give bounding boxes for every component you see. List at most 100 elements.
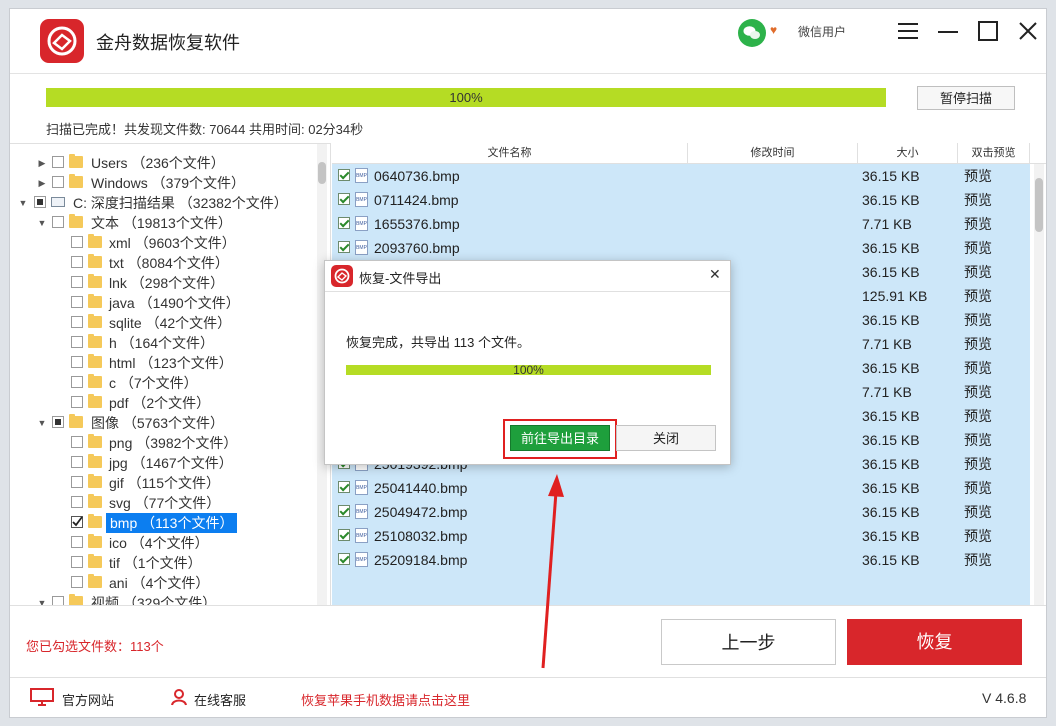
preview-link[interactable]: 预览 bbox=[964, 212, 992, 236]
checkbox[interactable] bbox=[52, 176, 64, 188]
column-header-size[interactable]: 大小 bbox=[858, 143, 958, 163]
recover-button[interactable]: 恢复 bbox=[847, 619, 1022, 665]
list-scrollbar[interactable] bbox=[1034, 164, 1044, 605]
preview-link[interactable]: 预览 bbox=[964, 188, 992, 212]
list-scroll-thumb[interactable] bbox=[1035, 178, 1043, 232]
bottom-panel: 您已勾选文件数：113个 上一步 恢复 官方网站 在线客服 恢复苹果手机数据请点… bbox=[10, 605, 1046, 717]
checkbox[interactable] bbox=[71, 576, 83, 588]
table-row[interactable]: BMP 2093760.bmp 36.15 KB 预览 bbox=[332, 236, 1030, 260]
column-header-preview[interactable]: 双击预览 bbox=[958, 143, 1030, 163]
table-row[interactable]: BMP 25209184.bmp 36.15 KB 预览 bbox=[332, 548, 1030, 572]
folder-icon bbox=[88, 314, 102, 328]
preview-link[interactable]: 预览 bbox=[964, 524, 992, 548]
dialog-title: 恢复-文件导出 bbox=[359, 271, 442, 286]
file-name: 0640736.bmp bbox=[374, 168, 460, 184]
preview-link[interactable]: 预览 bbox=[964, 452, 992, 476]
column-header-name[interactable]: 文件名称 bbox=[332, 143, 688, 163]
file-size: 36.15 KB bbox=[862, 360, 920, 376]
preview-link[interactable]: 预览 bbox=[964, 548, 992, 572]
checkbox-checked[interactable] bbox=[338, 241, 350, 253]
checkbox[interactable] bbox=[71, 556, 83, 568]
dialog-logo-icon bbox=[331, 265, 353, 287]
preview-link[interactable]: 预览 bbox=[964, 332, 992, 356]
app-title: 金舟数据恢复软件 bbox=[96, 33, 240, 53]
checkbox[interactable] bbox=[71, 296, 83, 308]
checkbox[interactable] bbox=[71, 436, 83, 448]
collapse-arrow-icon[interactable]: ▼ bbox=[37, 213, 47, 233]
column-header-modified[interactable]: 修改时间 bbox=[688, 143, 858, 163]
dialog-close-icon[interactable]: ✕ bbox=[709, 266, 721, 283]
table-row[interactable]: BMP 25049472.bmp 36.15 KB 预览 bbox=[332, 500, 1030, 524]
checkbox[interactable] bbox=[52, 156, 64, 168]
checkbox[interactable] bbox=[71, 336, 83, 348]
checkbox[interactable] bbox=[52, 216, 64, 228]
table-row[interactable]: BMP 0711424.bmp 36.15 KB 预览 bbox=[332, 188, 1030, 212]
checkbox[interactable] bbox=[34, 196, 46, 208]
checkbox[interactable] bbox=[71, 476, 83, 488]
checkbox-checked[interactable] bbox=[338, 553, 350, 565]
preview-link[interactable]: 预览 bbox=[964, 236, 992, 260]
collapse-arrow-icon[interactable]: ▼ bbox=[18, 193, 28, 213]
folder-icon bbox=[88, 354, 102, 368]
checkbox[interactable] bbox=[52, 416, 64, 428]
tree-scroll-thumb[interactable] bbox=[318, 162, 326, 184]
preview-link[interactable]: 预览 bbox=[964, 260, 992, 284]
checkbox-checked[interactable] bbox=[338, 193, 350, 205]
wechat-avatar-icon[interactable] bbox=[738, 19, 766, 47]
checkbox[interactable] bbox=[71, 396, 83, 408]
checkbox[interactable] bbox=[71, 536, 83, 548]
preview-link[interactable]: 预览 bbox=[964, 164, 992, 188]
checkbox[interactable] bbox=[71, 496, 83, 508]
checkbox[interactable] bbox=[52, 596, 64, 605]
user-name[interactable]: 微信用户 bbox=[798, 23, 846, 40]
checkbox[interactable] bbox=[71, 236, 83, 248]
dialog-message: 恢复完成，共导出 113 个文件。 bbox=[346, 335, 530, 350]
checkbox-checked[interactable] bbox=[338, 217, 350, 229]
monitor-icon bbox=[30, 688, 54, 706]
preview-link[interactable]: 预览 bbox=[964, 428, 992, 452]
checkbox-checked[interactable] bbox=[71, 516, 83, 528]
menu-icon[interactable] bbox=[896, 19, 920, 43]
expand-arrow-icon[interactable]: ▶ bbox=[37, 173, 47, 193]
preview-link[interactable]: 预览 bbox=[964, 308, 992, 332]
previous-step-button[interactable]: 上一步 bbox=[661, 619, 836, 665]
checkbox[interactable] bbox=[71, 376, 83, 388]
folder-icon bbox=[69, 414, 83, 428]
minimize-icon[interactable] bbox=[936, 19, 960, 43]
checkbox[interactable] bbox=[71, 356, 83, 368]
open-export-folder-button[interactable]: 前往导出目录 bbox=[510, 425, 610, 451]
table-row[interactable]: BMP 0640736.bmp 36.15 KB 预览 bbox=[332, 164, 1030, 188]
checkbox-checked[interactable] bbox=[338, 505, 350, 517]
preview-link[interactable]: 预览 bbox=[964, 380, 992, 404]
table-row[interactable]: BMP 1655376.bmp 7.71 KB 预览 bbox=[332, 212, 1030, 236]
drive-icon bbox=[51, 197, 65, 207]
dialog-header: 恢复-文件导出 ✕ bbox=[325, 261, 730, 292]
file-size: 36.15 KB bbox=[862, 456, 920, 472]
dialog-close-button[interactable]: 关闭 bbox=[616, 425, 716, 451]
close-window-icon[interactable] bbox=[1016, 19, 1040, 43]
checkbox-checked[interactable] bbox=[338, 529, 350, 541]
table-row[interactable]: BMP 25108032.bmp 36.15 KB 预览 bbox=[332, 524, 1030, 548]
checkbox[interactable] bbox=[71, 456, 83, 468]
preview-link[interactable]: 预览 bbox=[964, 284, 992, 308]
tree-item-label: h （164个文件） bbox=[109, 335, 215, 351]
checkbox[interactable] bbox=[71, 256, 83, 268]
checkbox[interactable] bbox=[71, 276, 83, 288]
file-name: 25041440.bmp bbox=[374, 480, 468, 496]
checkbox-checked[interactable] bbox=[338, 481, 350, 493]
preview-link[interactable]: 预览 bbox=[964, 500, 992, 524]
preview-link[interactable]: 预览 bbox=[964, 404, 992, 428]
collapse-arrow-icon[interactable]: ▼ bbox=[37, 413, 47, 433]
maximize-icon[interactable] bbox=[976, 19, 1000, 43]
apple-recovery-link[interactable]: 恢复苹果手机数据请点击这里 bbox=[301, 690, 470, 709]
collapse-arrow-icon[interactable]: ▼ bbox=[37, 593, 47, 605]
pause-scan-button[interactable]: 暂停扫描 bbox=[917, 86, 1015, 110]
tree-item-label: pdf （2个文件） bbox=[109, 395, 211, 411]
preview-link[interactable]: 预览 bbox=[964, 476, 992, 500]
expand-arrow-icon[interactable]: ▶ bbox=[37, 153, 47, 173]
checkbox[interactable] bbox=[71, 316, 83, 328]
preview-link[interactable]: 预览 bbox=[964, 356, 992, 380]
table-row[interactable]: BMP 25041440.bmp 36.15 KB 预览 bbox=[332, 476, 1030, 500]
tree-item-label: gif （115个文件） bbox=[109, 475, 220, 491]
checkbox-checked[interactable] bbox=[338, 169, 350, 181]
